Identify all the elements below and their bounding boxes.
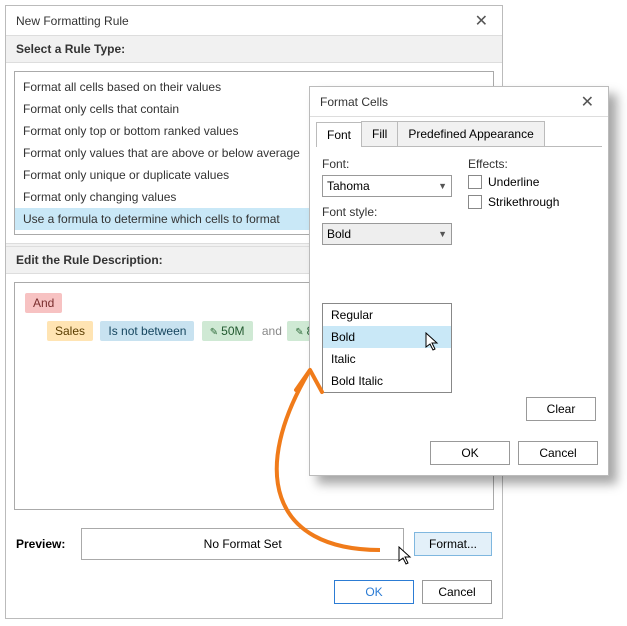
close-icon[interactable]: ✕ <box>471 11 492 31</box>
format-button[interactable]: Format... <box>414 532 492 556</box>
close-icon[interactable]: ✕ <box>577 92 598 112</box>
preview-label: Preview: <box>16 537 71 551</box>
underline-label: Underline <box>488 175 539 189</box>
underline-checkbox[interactable]: Underline <box>468 175 596 189</box>
tab-fill[interactable]: Fill <box>361 121 398 146</box>
font-style-option[interactable]: Bold Italic <box>323 370 451 392</box>
font-style-combo[interactable]: Bold ▼ <box>322 223 452 245</box>
font-style-combo-value: Bold <box>327 227 351 241</box>
cancel-button[interactable]: Cancel <box>422 580 492 604</box>
chevron-down-icon: ▼ <box>438 229 447 239</box>
ok-button[interactable]: OK <box>430 441 510 465</box>
condition-field-pill[interactable]: Sales <box>47 321 93 341</box>
strikethrough-checkbox[interactable]: Strikethrough <box>468 195 596 209</box>
font-style-option[interactable]: Bold <box>323 326 451 348</box>
checkbox-icon <box>468 175 482 189</box>
font-label: Font: <box>322 157 452 171</box>
font-style-option[interactable]: Regular <box>323 304 451 326</box>
condition-separator: and <box>262 324 282 338</box>
font-combo[interactable]: Tahoma ▼ <box>322 175 452 197</box>
font-style-option[interactable]: Italic <box>323 348 451 370</box>
dialog-title: New Formatting Rule <box>16 14 471 28</box>
condition-operator-pill[interactable]: Is not between <box>100 321 194 341</box>
tab-font[interactable]: Font <box>316 122 362 147</box>
clear-button[interactable]: Clear <box>526 397 596 421</box>
condition-value1-pill[interactable]: 50M <box>202 321 253 341</box>
rule-type-header: Select a Rule Type: <box>6 36 502 63</box>
format-cells-dialog: Format Cells ✕ Font Fill Predefined Appe… <box>309 86 609 476</box>
font-style-dropdown[interactable]: Regular Bold Italic Bold Italic <box>322 303 452 393</box>
effects-label: Effects: <box>468 157 596 171</box>
preview-box: No Format Set <box>81 528 404 560</box>
font-combo-value: Tahoma <box>327 179 370 193</box>
format-cells-title: Format Cells <box>320 95 577 109</box>
strikethrough-label: Strikethrough <box>488 195 559 209</box>
font-style-label: Font style: <box>322 205 452 219</box>
dialog-titlebar: New Formatting Rule ✕ <box>6 6 502 36</box>
tab-body-font: Font: Tahoma ▼ Font style: Bold ▼ Effect… <box>310 147 608 255</box>
chevron-down-icon: ▼ <box>438 181 447 191</box>
tab-predefined[interactable]: Predefined Appearance <box>397 121 544 146</box>
format-cells-tabs: Font Fill Predefined Appearance <box>316 121 602 147</box>
ok-button[interactable]: OK <box>334 580 414 604</box>
cancel-button[interactable]: Cancel <box>518 441 598 465</box>
condition-logic-pill[interactable]: And <box>25 293 62 313</box>
checkbox-icon <box>468 195 482 209</box>
format-cells-titlebar: Format Cells ✕ <box>310 87 608 117</box>
